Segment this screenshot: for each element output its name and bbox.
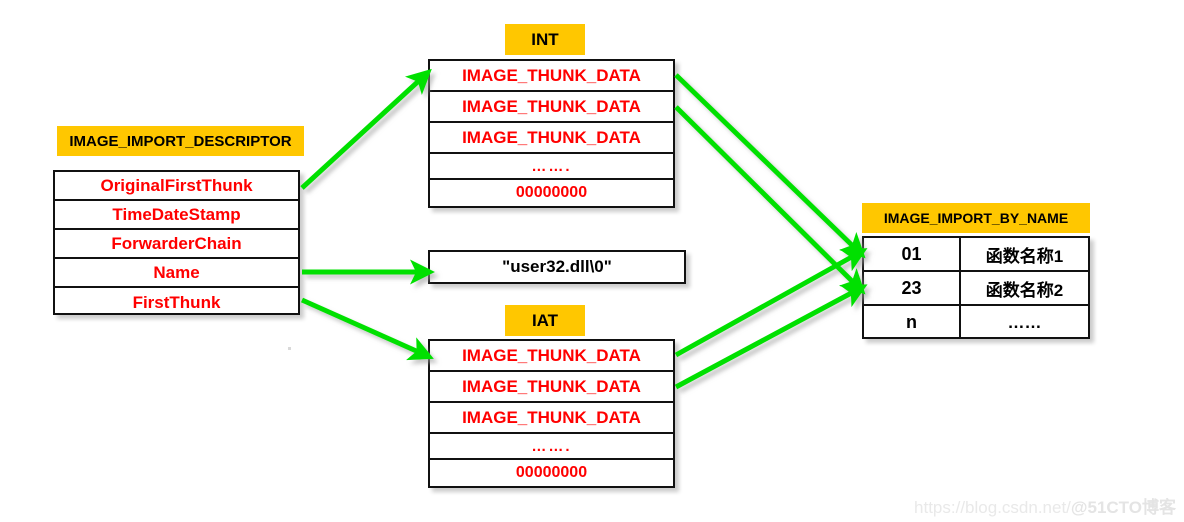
int-row-ellipsis: ……. — [430, 154, 673, 180]
int-row-thunk-2[interactable]: IMAGE_THUNK_DATA — [430, 92, 673, 123]
arrow-original-first-thunk-to-int — [300, 68, 432, 190]
arrow-int-row1-to-import-by-name-row1 — [674, 73, 866, 259]
dll-name-box[interactable]: "user32.dll\0" — [428, 250, 686, 284]
int-title-label: INT — [531, 29, 559, 49]
watermark-url: https://blog.csdn.net/ — [914, 498, 1071, 517]
arrow-int-row2-to-import-by-name-row2 — [674, 105, 866, 295]
descriptor-row-forwarder-chain[interactable]: ForwarderChain — [55, 230, 298, 259]
iat-row-label: IMAGE_THUNK_DATA — [462, 407, 641, 427]
iat-row-terminator[interactable]: 00000000 — [430, 460, 673, 486]
import-by-name-ordinal: 01 — [864, 238, 961, 270]
descriptor-field-label: TimeDateStamp — [112, 204, 241, 224]
diagram-canvas: IMAGE_IMPORT_DESCRIPTOR OriginalFirstThu… — [0, 0, 1184, 522]
int-row-label: ……. — [531, 157, 572, 175]
import-by-name-function: 函数名称1 — [985, 246, 1064, 266]
int-row-thunk-3[interactable]: IMAGE_THUNK_DATA — [430, 123, 673, 154]
descriptor-title-badge: IMAGE_IMPORT_DESCRIPTOR — [57, 126, 304, 156]
iat-row-label: ……. — [531, 437, 572, 455]
int-row-label: IMAGE_THUNK_DATA — [462, 65, 641, 85]
image-import-by-name-table: 01 函数名称1 23 函数名称2 n …… — [862, 236, 1090, 339]
import-by-name-ordinal: 23 — [864, 272, 961, 304]
iat-title-label: IAT — [531, 310, 559, 330]
int-thunk-table: IMAGE_THUNK_DATA IMAGE_THUNK_DATA IMAGE_… — [428, 59, 675, 208]
iat-row-thunk-2[interactable]: IMAGE_THUNK_DATA — [430, 372, 673, 403]
descriptor-field-label: FirstThunk — [132, 292, 221, 312]
int-row-label: 00000000 — [515, 184, 588, 201]
arrow-first-thunk-to-iat — [300, 297, 434, 361]
image-import-descriptor-table: OriginalFirstThunk TimeDateStamp Forward… — [53, 170, 300, 315]
int-row-thunk-1[interactable]: IMAGE_THUNK_DATA — [430, 61, 673, 92]
dll-name-label: "user32.dll\0" — [502, 257, 612, 276]
watermark-site: @51CTO博客 — [1070, 498, 1176, 517]
import-by-name-row-1[interactable]: 01 函数名称1 — [864, 238, 1088, 272]
import-by-name-row-2[interactable]: 23 函数名称2 — [864, 272, 1088, 306]
iat-row-ellipsis: ……. — [430, 434, 673, 460]
int-row-label: IMAGE_THUNK_DATA — [462, 96, 641, 116]
iat-thunk-table: IMAGE_THUNK_DATA IMAGE_THUNK_DATA IMAGE_… — [428, 339, 675, 488]
descriptor-title-label: IMAGE_IMPORT_DESCRIPTOR — [69, 132, 292, 150]
iat-row-thunk-1[interactable]: IMAGE_THUNK_DATA — [430, 341, 673, 372]
image-artifact-speck — [288, 347, 291, 350]
watermark: https://blog.csdn.net/@51CTO博客 — [914, 493, 1176, 518]
descriptor-field-label: Name — [153, 262, 200, 282]
import-by-name-ordinal: n — [864, 306, 961, 339]
descriptor-row-time-date-stamp[interactable]: TimeDateStamp — [55, 201, 298, 230]
descriptor-field-label: OriginalFirstThunk — [100, 175, 253, 195]
descriptor-row-name[interactable]: Name — [55, 259, 298, 288]
iat-title-badge: IAT — [505, 305, 585, 336]
int-row-label: IMAGE_THUNK_DATA — [462, 127, 641, 147]
import-by-name-title-label: IMAGE_IMPORT_BY_NAME — [883, 210, 1069, 226]
import-by-name-row-3[interactable]: n …… — [864, 306, 1088, 339]
iat-row-label: IMAGE_THUNK_DATA — [462, 345, 641, 365]
int-row-terminator[interactable]: 00000000 — [430, 180, 673, 206]
descriptor-row-first-thunk[interactable]: FirstThunk — [55, 288, 298, 317]
iat-row-thunk-3[interactable]: IMAGE_THUNK_DATA — [430, 403, 673, 434]
int-title-badge: INT — [505, 24, 585, 55]
descriptor-field-label: ForwarderChain — [111, 233, 242, 253]
iat-row-label: 00000000 — [515, 464, 588, 481]
descriptor-row-original-first-thunk[interactable]: OriginalFirstThunk — [55, 172, 298, 201]
iat-row-label: IMAGE_THUNK_DATA — [462, 376, 641, 396]
import-by-name-function: 函数名称2 — [985, 280, 1064, 300]
import-by-name-function: …… — [1007, 312, 1042, 332]
arrow-iat-row2-to-import-by-name-row2 — [674, 284, 868, 390]
arrow-iat-row1-to-import-by-name-row1 — [674, 248, 868, 358]
import-by-name-title-badge: IMAGE_IMPORT_BY_NAME — [862, 203, 1090, 233]
